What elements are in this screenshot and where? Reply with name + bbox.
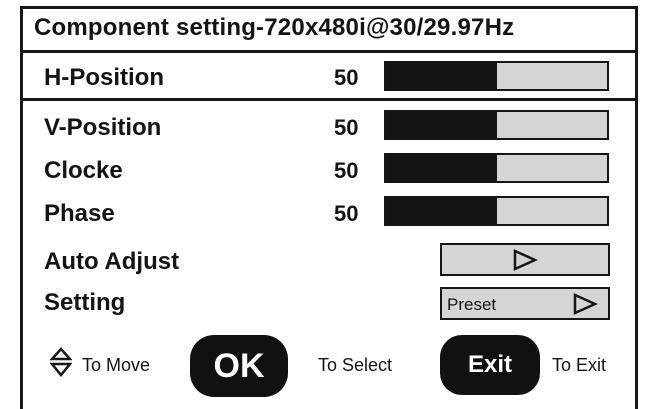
row-value: 50 <box>334 201 359 226</box>
row-label: V-Position <box>44 114 162 141</box>
hint-exit: To Exit <box>552 355 607 375</box>
slider-fill <box>386 112 497 138</box>
h-position-slider[interactable] <box>384 61 609 91</box>
title-divider <box>20 50 638 53</box>
phase-slider[interactable] <box>384 196 609 226</box>
row-label: Clocke <box>44 157 123 184</box>
v-position-slider[interactable] <box>384 110 609 140</box>
row-label: H-Position <box>44 64 164 91</box>
row-value: 50 <box>334 65 359 90</box>
up-down-arrows-icon <box>50 347 72 377</box>
exit-button[interactable]: Exit <box>440 335 540 395</box>
row-label: Setting <box>44 289 126 316</box>
row-label: Phase <box>44 200 115 227</box>
slider-fill <box>386 155 497 181</box>
osd-menu: Component setting-720x480i@30/29.97Hz H-… <box>0 0 661 409</box>
row-divider <box>20 98 638 101</box>
auto-adjust-button[interactable] <box>440 243 610 276</box>
row-label: Auto Adjust <box>44 248 180 275</box>
play-triangle-icon <box>573 293 598 315</box>
menu-title: Component setting-720x480i@30/29.97Hz <box>34 14 515 41</box>
clocke-slider[interactable] <box>384 153 609 183</box>
row-value: 50 <box>334 115 359 140</box>
row-value: 50 <box>334 158 359 183</box>
slider-fill <box>386 198 497 224</box>
hint-move: To Move <box>82 355 151 375</box>
slider-fill <box>386 63 497 89</box>
setting-value: Preset <box>447 295 497 314</box>
ok-button[interactable]: OK <box>190 335 288 397</box>
play-triangle-icon <box>513 249 538 271</box>
setting-selector[interactable]: Preset <box>440 287 610 320</box>
hint-select: To Select <box>318 355 393 375</box>
